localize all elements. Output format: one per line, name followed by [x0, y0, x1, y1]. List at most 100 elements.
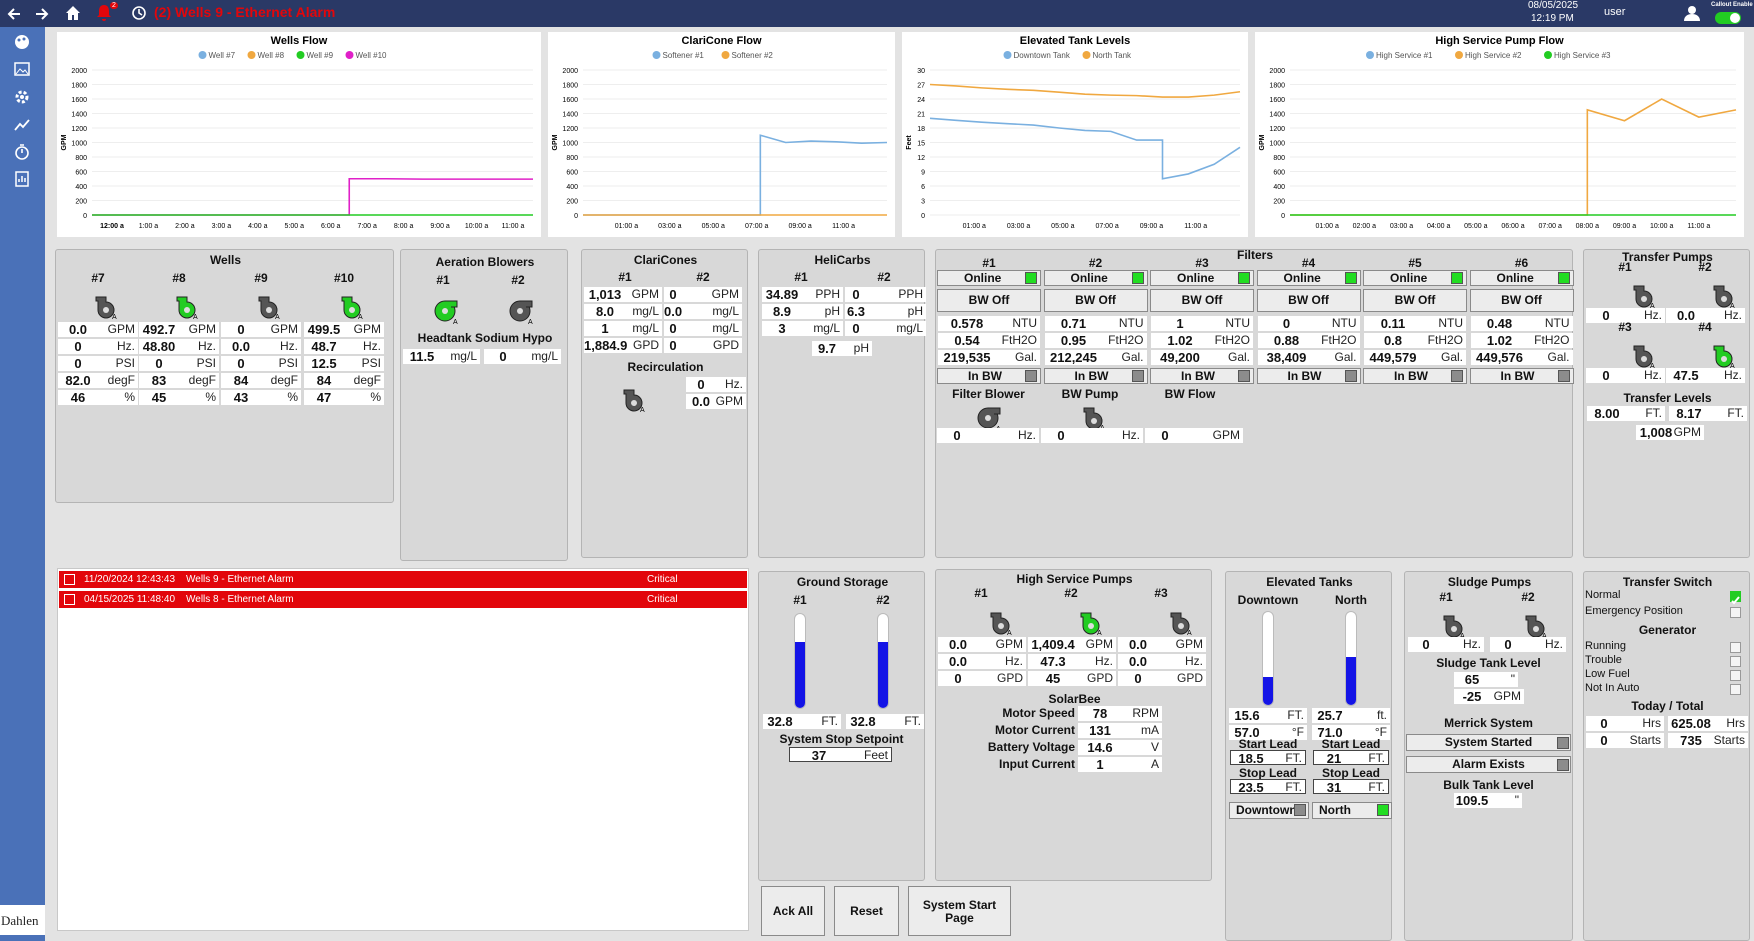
recirculation-pump-icon[interactable]: A [620, 386, 648, 414]
ground-tank-1-fill [878, 642, 888, 708]
filter-bw-off-button-2[interactable]: BW Off [1150, 289, 1254, 312]
well-pump-icon-0[interactable]: A [92, 293, 120, 321]
svg-text:A: A [1007, 630, 1012, 637]
filter-in-bw-indicator-5 [1557, 370, 1570, 382]
claricone-0-row-0-unit: GPM [631, 287, 659, 301]
transfer-level-1-unit: FT. [1727, 406, 1744, 420]
filter-3-ntu: 0 NTU [1257, 316, 1360, 331]
start-lead-input-1[interactable]: 21 FT. [1313, 750, 1389, 766]
solarbee-unit: V [1150, 740, 1159, 754]
transfer-pump-icon-0[interactable]: A [1630, 282, 1658, 310]
alarm-row[interactable]: 04/15/2025 11:48:40 Wells 8 - Ethernet Al… [59, 591, 747, 608]
today-total-title: Today / Total [1631, 699, 1704, 713]
solarbee-unit: mA [1141, 723, 1159, 737]
wells-title: Wells [209, 253, 242, 267]
history-icon[interactable] [131, 5, 147, 21]
settings-gear-icon[interactable] [13, 88, 31, 106]
series-line [929, 83, 1241, 98]
generator-status-checkbox-2[interactable] [1730, 670, 1741, 681]
image-icon[interactable] [13, 60, 31, 78]
legend-label[interactable]: Well #10 [356, 51, 388, 60]
well-0-row-2-unit: PSI [115, 356, 135, 370]
transfer-pump-icon-1[interactable]: A [1710, 282, 1738, 310]
stop-lead-input-1[interactable]: 31 FT. [1313, 779, 1389, 795]
filter-bw-off-button-3[interactable]: BW Off [1256, 289, 1361, 312]
aeration-blower-icon-1[interactable]: A [508, 297, 536, 325]
trend-icon[interactable] [13, 116, 31, 134]
legend-label[interactable]: High Service #3 [1554, 51, 1611, 60]
filter-3-gal-unit: Gal. [1334, 350, 1357, 364]
normal-checkbox[interactable] [1730, 591, 1741, 605]
alarm-exists-button[interactable]: Alarm Exists [1406, 756, 1571, 773]
well-1-row-3-value: 83 [151, 373, 167, 388]
well-pump-icon-1[interactable]: A [173, 293, 201, 321]
legend-label[interactable]: Softener #1 [663, 51, 705, 60]
alarm-row[interactable]: 11/20/2024 12:43:43 Wells 9 - Ethernet Al… [59, 571, 747, 588]
elev-level-0-unit: FT. [1287, 708, 1304, 722]
well-pump-icon-3[interactable]: A [338, 293, 366, 321]
sludge-pump-icon-0[interactable]: A [1440, 612, 1468, 640]
user-icon[interactable] [1683, 4, 1701, 22]
well-pump-icon-2[interactable]: A [255, 293, 283, 321]
hsp-1-row-0-unit: GPM [1085, 637, 1113, 651]
legend-label[interactable]: Downtown Tank [1014, 51, 1071, 60]
generator-status-checkbox-3[interactable] [1730, 684, 1741, 695]
sidebar: Dahlen [0, 27, 45, 941]
legend-label[interactable]: Softener #2 [732, 51, 774, 60]
transfer-pump-icon-3[interactable]: A [1710, 342, 1738, 370]
legend-swatch [721, 51, 730, 59]
ack-all-button[interactable]: Ack All [761, 886, 825, 936]
filter-5-ntu: 0.48 NTU [1470, 316, 1573, 331]
transfer-flow: 1,008 GPM [1636, 425, 1704, 440]
filter-bw-off-button-5[interactable]: BW Off [1469, 289, 1574, 312]
alarm-checkbox[interactable] [64, 594, 75, 605]
back-arrow-icon[interactable] [6, 6, 22, 22]
legend-label[interactable]: Well #7 [209, 51, 236, 60]
filter-bw-off-button-1[interactable]: BW Off [1043, 289, 1148, 312]
start-lead-input-0[interactable]: 18.5 FT. [1230, 750, 1306, 766]
claricone-0-row-1: 8.0 mg/L [584, 304, 662, 319]
reset-button[interactable]: Reset [834, 886, 899, 936]
system-start-page-button[interactable]: System Start Page [908, 886, 1011, 936]
active-alarm-title[interactable]: (2) Wells 9 - Ethernet Alarm [154, 4, 335, 20]
hours-total-value: 625.08 [1671, 716, 1711, 731]
filter-bw-off-button-0[interactable]: BW Off [937, 289, 1041, 312]
stop-lead-input-0[interactable]: 23.5 FT. [1230, 779, 1306, 795]
filter-1-ntu-unit: NTU [1118, 316, 1144, 330]
system-started-button[interactable]: System Started [1406, 734, 1571, 751]
hsp-2-row-0: 0.0 GPM [1118, 637, 1206, 652]
helicarb-0-row-1-value: 8.9 [772, 304, 792, 319]
timer-icon[interactable] [13, 143, 31, 161]
emergency-checkbox[interactable] [1730, 607, 1741, 618]
legend-label[interactable]: Well #8 [258, 51, 285, 60]
generator-status-checkbox-1[interactable] [1730, 656, 1741, 667]
filter-bw-off-button-4[interactable]: BW Off [1363, 289, 1467, 312]
palette-icon[interactable] [13, 33, 31, 51]
y-tick-label: 1400 [71, 112, 87, 119]
alarm-list [57, 568, 749, 931]
report-icon[interactable] [13, 170, 31, 188]
sludge-pump-icon-1[interactable]: A [1522, 612, 1550, 640]
sludge-tank-level-value: 65 [1464, 672, 1480, 687]
high-service-pump-icon-0[interactable]: A [987, 609, 1015, 637]
forward-arrow-icon[interactable] [34, 6, 50, 22]
generator-status-checkbox-0[interactable] [1730, 642, 1741, 653]
high-service-pump-icon-1[interactable]: A [1077, 609, 1105, 637]
legend-label[interactable]: High Service #2 [1465, 51, 1522, 60]
transfer-pump-icon-2[interactable]: A [1630, 342, 1658, 370]
x-tick-label: 03:00 a [1390, 223, 1413, 230]
high-service-pump-icon-2[interactable]: A [1167, 609, 1195, 637]
aeration-blower-icon-0[interactable]: A [433, 297, 461, 325]
legend-label[interactable]: High Service #1 [1376, 51, 1433, 60]
y-tick-label: 15 [917, 141, 925, 148]
filter-0-gal-unit: Gal. [1014, 350, 1037, 364]
home-icon[interactable] [64, 4, 82, 22]
y-tick-label: 800 [75, 155, 87, 162]
legend-label[interactable]: North Tank [1093, 51, 1133, 60]
aeration-head-1: #2 [511, 273, 525, 287]
callout-toggle[interactable] [1715, 12, 1741, 24]
alarm-checkbox[interactable] [64, 574, 75, 585]
stop-setpoint-input[interactable]: 37 Feet [789, 747, 892, 763]
filter-1-ntu: 0.71 NTU [1044, 316, 1147, 331]
legend-label[interactable]: Well #9 [307, 51, 334, 60]
